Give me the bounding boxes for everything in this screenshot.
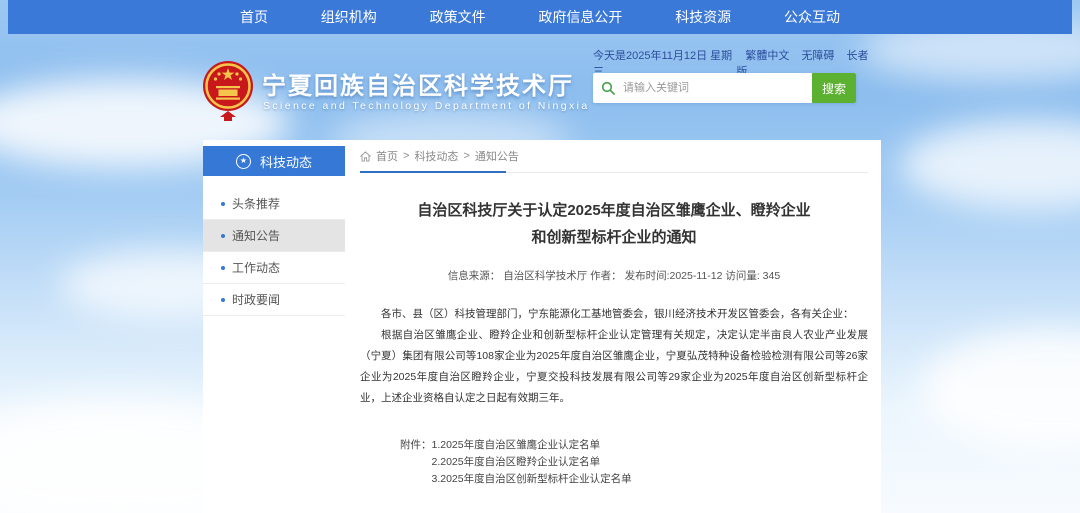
bullet-dot (221, 266, 225, 270)
breadcrumb-notices[interactable]: 通知公告 (475, 148, 519, 164)
attachment-link-2[interactable]: 2.2025年度自治区瞪羚企业认定名单 (432, 454, 632, 471)
sidebar-item-label: 头条推荐 (232, 195, 280, 212)
sidebar-item-headlines[interactable]: 头条推荐 (203, 188, 345, 220)
article-body: 各市、县（区）科技管理部门，宁东能源化工基地管委会，银川经济技术开发区管委会，各… (360, 304, 868, 409)
article-meta: 信息来源： 自治区科学技术厅 作者： 发布时间:2025-11-12 访问量: … (360, 268, 868, 283)
sidebar-header: ★ 科技动态 (203, 146, 345, 176)
bullet-dot (221, 202, 225, 206)
search-icon (593, 73, 623, 103)
article-title-line2: 和创新型标杆企业的通知 (360, 224, 868, 251)
article-paragraph: 各市、县（区）科技管理部门，宁东能源化工基地管委会，银川经济技术开发区管委会，各… (360, 304, 868, 325)
sidebar-item-notices[interactable]: 通知公告 (203, 220, 345, 252)
home-icon (360, 151, 371, 162)
page: 首页 组织机构 政策文件 政府信息公开 科技资源 公众互动 宁夏回族自治区科学技… (0, 0, 1080, 513)
article-paragraph: 根据自治区雏鹰企业、瞪羚企业和创新型标杆企业认定管理有关规定，决定认定半亩良人农… (360, 325, 868, 409)
sidebar-title: 科技动态 (260, 152, 312, 171)
star-circle-icon: ★ (236, 154, 251, 169)
nav-item-home[interactable]: 首页 (240, 7, 268, 27)
sidebar-item-politics-news[interactable]: 时政要闻 (203, 284, 345, 316)
cloud-decoration (920, 330, 1080, 450)
nav-item-interaction[interactable]: 公众互动 (784, 7, 840, 27)
cloud-decoration (900, 120, 1080, 210)
sidebar: ★ 科技动态 头条推荐 通知公告 工作动态 时政要闻 (203, 146, 345, 316)
bullet-dot (221, 234, 225, 238)
search-input[interactable] (623, 73, 812, 103)
top-navigation: 首页 组织机构 政策文件 政府信息公开 科技资源 公众互动 (8, 0, 1072, 34)
attachment-link-3[interactable]: 3.2025年度自治区创新型标杆企业认定名单 (432, 471, 632, 488)
attachments: 附件： 1.2025年度自治区雏鹰企业认定名单 2.2025年度自治区瞪羚企业认… (360, 437, 868, 488)
link-traditional-chinese[interactable]: 繁體中文 (745, 50, 789, 62)
breadcrumb-separator: > (463, 150, 469, 162)
nav-item-policy[interactable]: 政策文件 (430, 7, 486, 27)
search-bar: 搜索 (593, 73, 856, 103)
article-title-line1: 自治区科技厅关于认定2025年度自治区雏鹰企业、瞪羚企业 (360, 197, 868, 224)
bullet-dot (221, 298, 225, 302)
nav-item-resources[interactable]: 科技资源 (675, 7, 731, 27)
sidebar-item-label: 工作动态 (232, 259, 280, 276)
article-area: 首页 > 科技动态 > 通知公告 自治区科技厅关于认定2025年度自治区雏鹰企业… (360, 140, 868, 488)
article-title: 自治区科技厅关于认定2025年度自治区雏鹰企业、瞪羚企业 和创新型标杆企业的通知 (360, 197, 868, 251)
nav-item-gov-info[interactable]: 政府信息公开 (538, 7, 622, 27)
breadcrumb-separator: > (403, 150, 409, 162)
attachments-label: 附件： (400, 437, 432, 488)
national-emblem-logo (202, 59, 254, 123)
sidebar-menu: 头条推荐 通知公告 工作动态 时政要闻 (203, 188, 345, 316)
nav-item-organization[interactable]: 组织机构 (321, 7, 377, 27)
site-title: 宁夏回族自治区科学技术厅 (262, 66, 574, 101)
search-button[interactable]: 搜索 (812, 73, 856, 103)
sidebar-item-work-news[interactable]: 工作动态 (203, 252, 345, 284)
breadcrumb: 首页 > 科技动态 > 通知公告 (360, 140, 868, 173)
breadcrumb-tech-news[interactable]: 科技动态 (414, 148, 458, 164)
attachment-link-1[interactable]: 1.2025年度自治区雏鹰企业认定名单 (432, 437, 632, 454)
content-panel: ★ 科技动态 头条推荐 通知公告 工作动态 时政要闻 首页 > 科技动态 > 通… (203, 140, 881, 513)
site-subtitle: Science and Technology Department of Nin… (263, 100, 590, 112)
sidebar-item-label: 时政要闻 (232, 291, 280, 308)
breadcrumb-home[interactable]: 首页 (376, 148, 398, 164)
sidebar-item-label: 通知公告 (232, 227, 280, 244)
link-accessibility[interactable]: 无障碍 (801, 50, 834, 62)
